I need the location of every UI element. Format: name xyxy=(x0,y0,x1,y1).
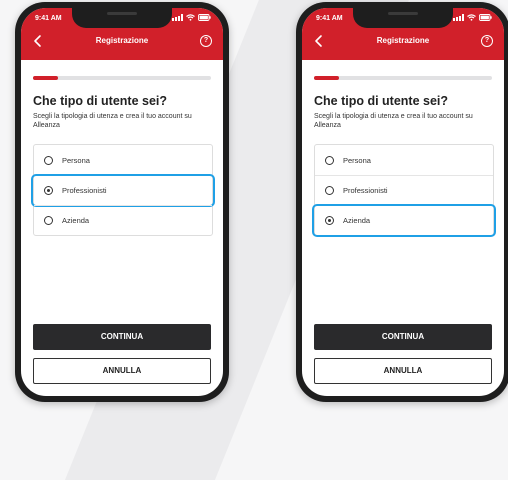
user-type-options: Persona Professionisti Azienda xyxy=(312,144,496,237)
option-azienda[interactable]: Azienda xyxy=(312,204,496,237)
phone-mockup-left: 9:41 AM Registrazione ? Che tipo di uten… xyxy=(15,2,229,402)
option-persona[interactable]: Persona xyxy=(34,145,212,175)
status-icons xyxy=(453,14,492,21)
wifi-icon xyxy=(186,14,195,21)
phone-notch xyxy=(353,8,453,28)
option-label: Persona xyxy=(62,155,90,165)
selection-highlight xyxy=(31,174,215,207)
status-time: 9:41 AM xyxy=(35,15,62,22)
help-circle-icon[interactable]: ? xyxy=(200,35,212,47)
cancel-button[interactable]: ANNULLA xyxy=(33,358,211,384)
status-time: 9:41 AM xyxy=(316,15,343,22)
page-title: Che tipo di utente sei? xyxy=(33,94,168,108)
phone-mockup-right: 9:41 AM Registrazione ? Che tipo di uten… xyxy=(296,2,508,402)
battery-icon xyxy=(479,14,492,21)
nav-title: Registrazione xyxy=(95,36,149,45)
option-azienda[interactable]: Azienda xyxy=(34,205,212,235)
radio-unchecked-icon[interactable] xyxy=(44,155,53,165)
radio-unchecked-icon[interactable] xyxy=(325,155,334,165)
progress-bar xyxy=(314,76,492,80)
radio-checked-icon[interactable] xyxy=(44,186,53,195)
cancel-button[interactable]: ANNULLA xyxy=(314,358,492,384)
wifi-icon xyxy=(467,14,476,21)
signal-icon xyxy=(172,14,183,21)
battery-icon xyxy=(198,14,211,21)
progress-fill xyxy=(314,76,339,80)
radio-unchecked-icon[interactable] xyxy=(44,216,53,225)
progress-bar xyxy=(33,76,211,80)
status-icons xyxy=(172,14,211,21)
page-subtitle: Scegli la tipologia di utenza e crea il … xyxy=(314,113,473,129)
radio-checked-icon[interactable] xyxy=(325,216,334,225)
phone-notch xyxy=(72,8,172,28)
option-label: Azienda xyxy=(343,216,371,225)
option-label: Professionisti xyxy=(62,186,107,195)
option-label: Professionisti xyxy=(343,186,388,195)
continue-button[interactable]: CONTINUA xyxy=(314,324,492,350)
page-subtitle: Scegli la tipologia di utenza e crea il … xyxy=(33,113,192,129)
phone-screen: 9:41 AM Registrazione ? Che tipo di uten… xyxy=(302,8,504,396)
nav-title: Registrazione xyxy=(376,36,430,45)
selection-highlight xyxy=(312,204,496,237)
signal-icon xyxy=(453,14,464,21)
option-persona[interactable]: Persona xyxy=(315,145,493,175)
radio-unchecked-icon[interactable] xyxy=(325,186,334,195)
phone-screen: 9:41 AM Registrazione ? Che tipo di uten… xyxy=(21,8,223,396)
option-professionisti[interactable]: Professionisti xyxy=(31,174,215,207)
option-label: Persona xyxy=(343,155,371,165)
option-label: Azienda xyxy=(62,216,90,225)
help-circle-icon[interactable]: ? xyxy=(481,35,493,47)
user-type-options: Persona Professionisti Azienda xyxy=(31,144,215,236)
continue-button[interactable]: CONTINUA xyxy=(33,324,211,350)
progress-fill xyxy=(33,76,58,80)
option-professionisti[interactable]: Professionisti xyxy=(315,175,493,205)
page-title: Che tipo di utente sei? xyxy=(314,94,449,108)
